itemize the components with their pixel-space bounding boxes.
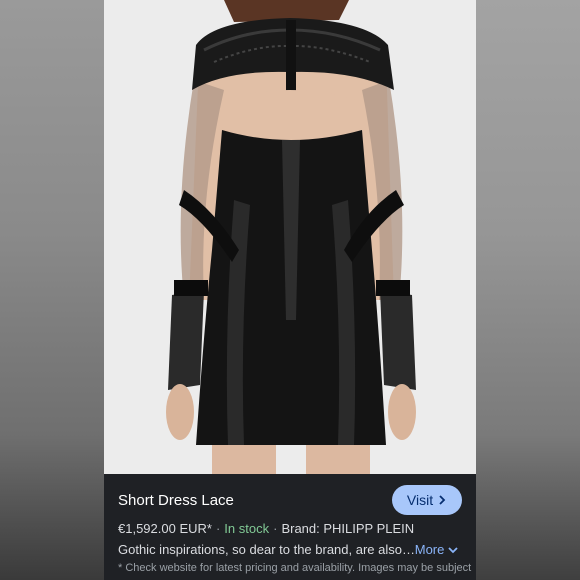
product-description: Gothic inspirations, so dear to the bran…: [118, 542, 415, 557]
product-card: Short Dress Lace Visit €1,592.00 EUR* · In…: [104, 0, 476, 580]
more-button[interactable]: More: [415, 542, 458, 557]
visit-button[interactable]: Visit: [392, 485, 462, 515]
dress-illustration: [104, 0, 476, 474]
blurred-background-right: [476, 0, 580, 580]
blurred-background-left: [0, 0, 104, 580]
chevron-down-icon: [448, 542, 458, 557]
separator-dot: ·: [215, 521, 221, 536]
product-price: €1,592.00 EUR*: [118, 521, 212, 536]
visit-button-label: Visit: [406, 492, 434, 508]
chevron-right-icon: [437, 493, 447, 508]
pricing-disclaimer: * Check website for latest pricing and a…: [118, 562, 472, 574]
product-image[interactable]: [104, 0, 476, 474]
product-meta: €1,592.00 EUR* · In stock · Brand: PHILIPP P…: [118, 521, 414, 536]
product-info-panel: Short Dress Lace Visit €1,592.00 EUR* · In…: [104, 474, 476, 580]
more-button-label: More: [414, 542, 445, 557]
separator-dot: ·: [273, 521, 278, 536]
stock-status: In stock: [224, 521, 270, 536]
product-title[interactable]: Short Dress Lace: [118, 492, 234, 509]
product-brand: Brand: PHILIPP PLEIN: [281, 521, 415, 536]
